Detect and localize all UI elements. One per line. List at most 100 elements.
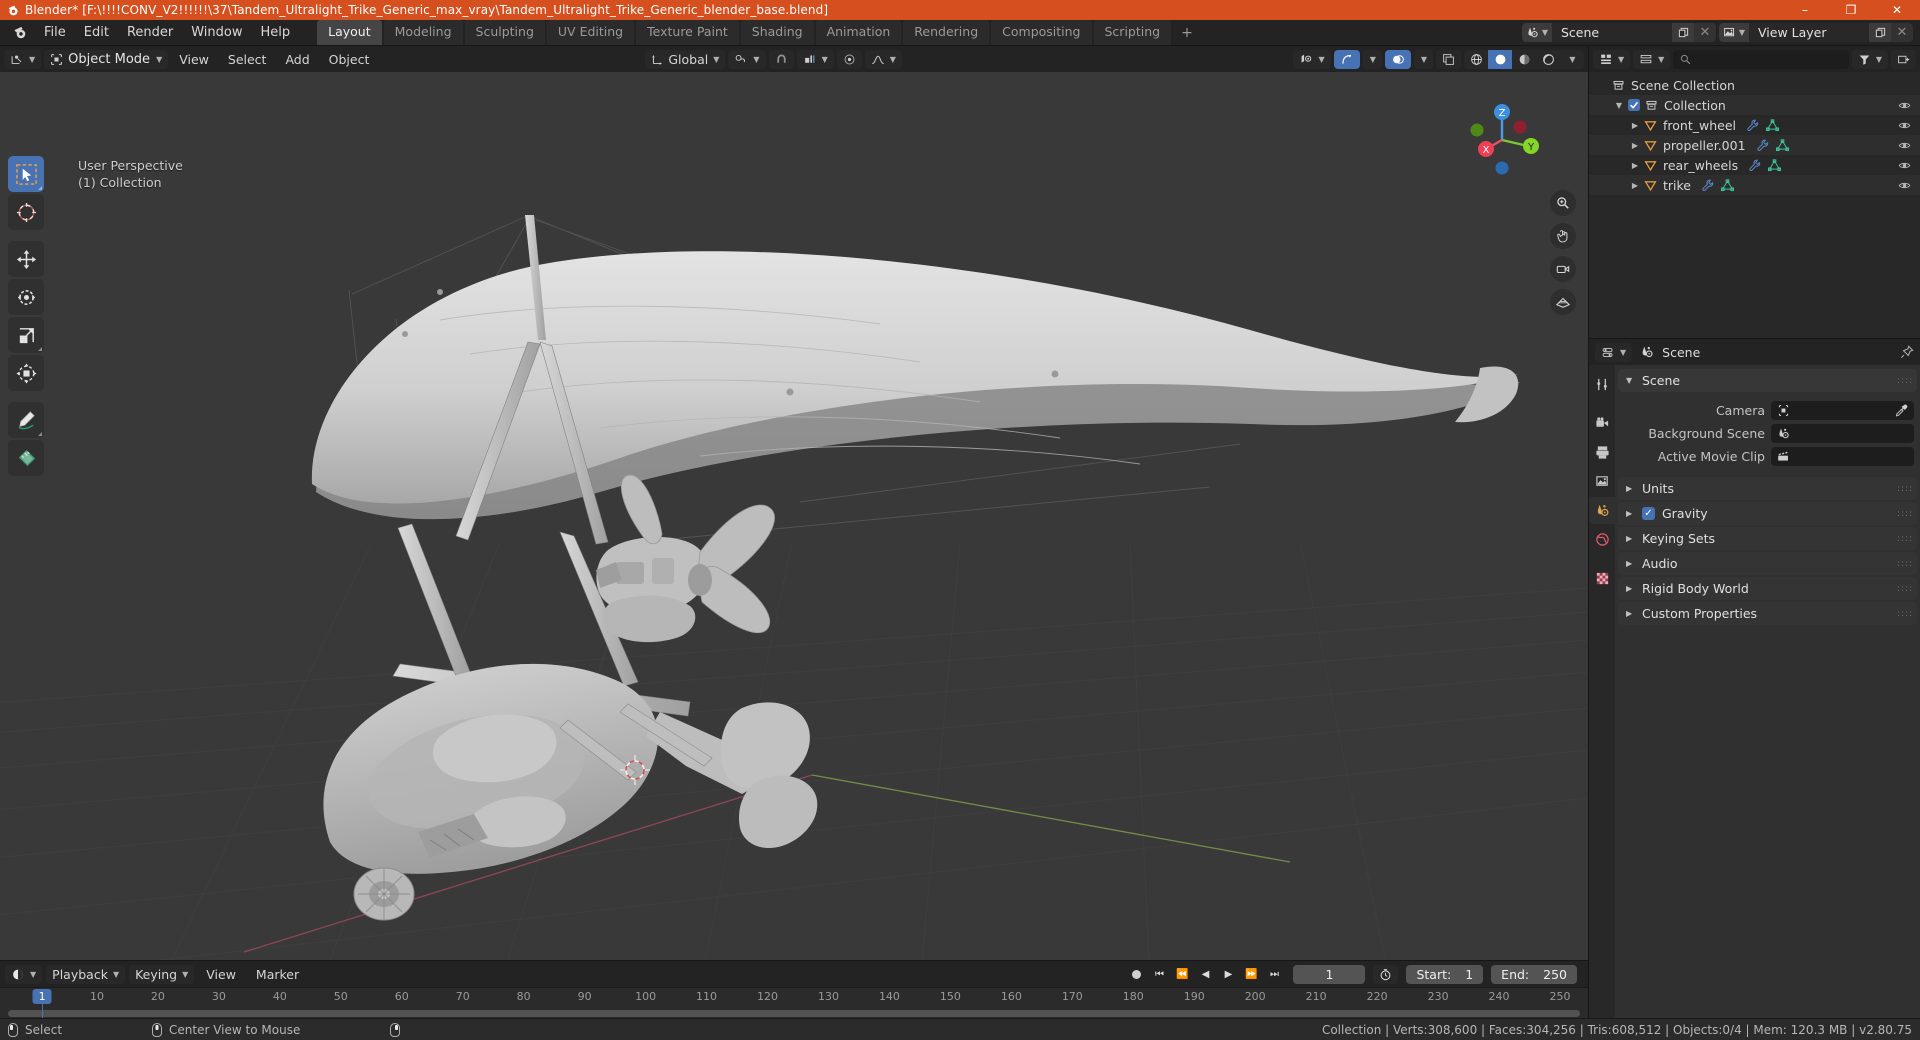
panel-header-units[interactable]: ▶ Units:::: [1618, 477, 1917, 500]
view-layer-selector[interactable]: ▼ View Layer ✕ [1719, 23, 1913, 42]
zoom-icon[interactable] [1550, 190, 1576, 216]
outliner-filter-button[interactable]: ▼ [1851, 49, 1888, 69]
tab-shading[interactable]: Shading [740, 20, 814, 45]
next-keyframe-button[interactable]: ⏩ [1240, 965, 1262, 984]
viewport-menu-select[interactable]: Select [220, 50, 275, 69]
timeline-editor-type-selector[interactable]: ▼ [5, 964, 43, 984]
viewport-menu-view[interactable]: View [171, 50, 217, 69]
prop-field-background-scene[interactable] [1771, 424, 1914, 443]
visibility-eye-icon[interactable] [1896, 119, 1912, 132]
mesh-data-icon[interactable] [1775, 138, 1789, 152]
tab-sculpting[interactable]: Sculpting [464, 20, 545, 45]
timeline-ruler[interactable]: 10 20 30 40 50 60 70 80 90 100 110 120 130 140 150 160 1… [0, 987, 1588, 1018]
outliner-row-scene-collection[interactable]: Scene Collection [1589, 75, 1920, 95]
shading-material-preview-button[interactable] [1512, 50, 1536, 69]
mesh-data-icon[interactable] [1766, 118, 1779, 132]
output-tab[interactable] [1589, 439, 1615, 466]
prop-field-camera[interactable] [1771, 401, 1914, 420]
disclosure-triangle[interactable]: ▶ [1629, 141, 1641, 150]
panel-header-keying-sets[interactable]: ▶ Keying Sets:::: [1618, 527, 1917, 550]
shading-rendered-button[interactable] [1536, 50, 1560, 69]
outliner-row-trike[interactable]: ▶ trike [1589, 175, 1920, 195]
remove-view-layer-button[interactable]: ✕ [1891, 23, 1913, 42]
panel-header-rigid-body-world[interactable]: ▶ Rigid Body World:::: [1618, 577, 1917, 600]
minimize-button[interactable]: – [1782, 0, 1828, 20]
editor-type-selector[interactable]: ▼ [4, 49, 42, 69]
gravity-checkbox[interactable]: ✓ [1642, 507, 1655, 520]
scale-tool[interactable] [8, 317, 44, 353]
end-frame-field[interactable]: End: 250 [1491, 964, 1577, 984]
object-mode-selector[interactable]: Object Mode ▼ [44, 49, 169, 69]
playhead-handle[interactable]: 1 [32, 989, 52, 1004]
menu-window[interactable]: Window [182, 22, 251, 43]
gizmo-options-dropdown[interactable]: ▼ [1362, 49, 1382, 69]
timeline-menu-playback[interactable]: Playback ▼ [46, 964, 126, 984]
add-workspace-button[interactable]: + [1173, 21, 1201, 45]
panel-header-gravity[interactable]: ▶ ✓ Gravity:::: [1618, 502, 1917, 525]
navigation-gizmo[interactable]: Z Y X [1456, 94, 1548, 186]
overlays-toggle[interactable] [1384, 49, 1411, 69]
eyedropper-icon[interactable] [1895, 404, 1908, 417]
proportional-editing-toggle[interactable] [836, 49, 862, 69]
camera-view-icon[interactable] [1550, 256, 1576, 282]
panel-disclosure-icon[interactable]: ▶ [1626, 559, 1635, 568]
current-frame-field[interactable]: 1 [1293, 964, 1366, 984]
modifier-icon[interactable] [1748, 159, 1761, 172]
outliner-row-front-wheel[interactable]: ▶ front_wheel [1589, 115, 1920, 135]
scene-name-field[interactable]: Scene [1552, 23, 1672, 42]
tab-texture-paint[interactable]: Texture Paint [636, 20, 739, 45]
world-tab[interactable] [1589, 526, 1615, 553]
panel-header-custom-properties[interactable]: ▶ Custom Properties:::: [1618, 602, 1917, 625]
menu-render[interactable]: Render [118, 22, 182, 43]
move-view-icon[interactable] [1550, 223, 1576, 249]
tweak-select-box-tool[interactable] [8, 156, 44, 192]
tool-tab[interactable] [1589, 371, 1615, 398]
rotate-tool[interactable] [8, 279, 44, 315]
snap-magnet-toggle[interactable] [768, 49, 794, 69]
view-layer-tab[interactable] [1589, 468, 1615, 495]
3d-viewport[interactable]: User Perspective (1) Collection Z Y X [0, 72, 1588, 960]
view-layer-icon[interactable]: ▼ [1719, 23, 1749, 42]
menu-file[interactable]: File [35, 22, 75, 43]
jump-to-start-button[interactable]: ⏮ [1148, 965, 1170, 984]
viewport-menu-object[interactable]: Object [321, 50, 378, 69]
properties-editor-type-selector[interactable]: ▼ [1595, 342, 1633, 362]
xray-toggle[interactable] [1436, 49, 1461, 69]
previous-keyframe-button[interactable]: ⏪ [1171, 965, 1193, 984]
panel-header-audio[interactable]: ▶ Audio:::: [1618, 552, 1917, 575]
auto-keying-button[interactable] [1125, 965, 1147, 984]
unlink-scene-button[interactable]: ✕ [1694, 23, 1716, 42]
timeline-menu-keying[interactable]: Keying ▼ [129, 964, 195, 984]
cursor-tool[interactable] [8, 194, 44, 230]
outliner-row-collection[interactable]: ▼ Collection [1589, 95, 1920, 115]
tab-animation[interactable]: Animation [815, 20, 902, 45]
tab-scripting[interactable]: Scripting [1093, 20, 1172, 45]
render-tab[interactable] [1589, 410, 1615, 437]
move-tool[interactable] [8, 241, 44, 277]
timeline-menu-view[interactable]: View [198, 965, 244, 984]
properties-panel-list[interactable]: ▼ Scene:::: Camera Background Scene Active M… [1615, 365, 1920, 1018]
new-scene-button[interactable] [1672, 23, 1694, 42]
gizmo-toggle[interactable] [1333, 49, 1360, 69]
modifier-icon[interactable] [1756, 139, 1769, 152]
mesh-data-icon[interactable] [1721, 178, 1734, 192]
transform-tool[interactable] [8, 355, 44, 391]
panel-disclosure-icon[interactable]: ▶ [1626, 609, 1635, 618]
viewport-menu-add[interactable]: Add [277, 50, 317, 69]
modifier-icon[interactable] [1701, 179, 1714, 192]
outliner-tree[interactable]: Scene Collection ▼ Collection ▶ front_wheel ▶… [1589, 72, 1920, 338]
grid-view-icon[interactable] [1550, 289, 1576, 315]
outliner-row-rear-wheels[interactable]: ▶ rear_wheels [1589, 155, 1920, 175]
outliner-row-propeller-001[interactable]: ▶ propeller.001 [1589, 135, 1920, 155]
view-layer-name-field[interactable]: View Layer [1749, 23, 1869, 42]
measure-tool[interactable] [8, 440, 44, 476]
transform-orientation-selector[interactable]: Global ▼ [645, 49, 726, 69]
use-preview-range-button[interactable] [1373, 964, 1399, 984]
panel-header-scene[interactable]: ▼ Scene:::: [1618, 369, 1917, 392]
outliner-display-mode-selector[interactable]: ▼ [1633, 49, 1671, 69]
tab-layout[interactable]: Layout [317, 20, 382, 45]
menu-help[interactable]: Help [252, 22, 300, 43]
annotate-tool[interactable] [8, 402, 44, 438]
panel-disclosure-icon[interactable]: ▶ [1626, 484, 1635, 493]
overlay-options-dropdown[interactable]: ▼ [1413, 49, 1433, 69]
